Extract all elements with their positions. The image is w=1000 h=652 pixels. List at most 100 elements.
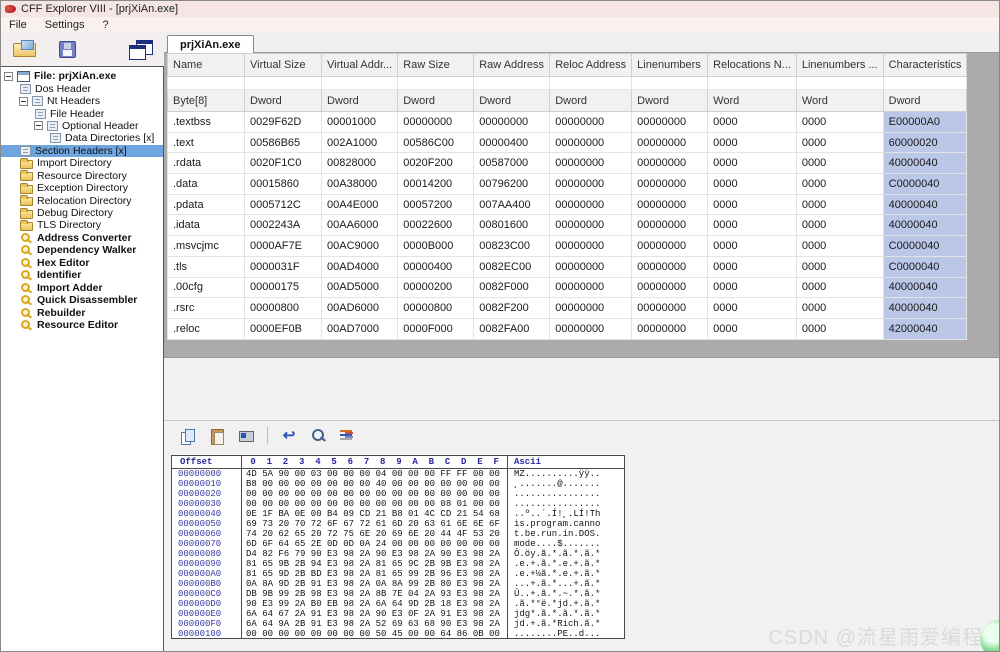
section-value-cell[interactable]: 00001000 [322,112,398,133]
column-header-virtual-addr[interactable]: Virtual Addr... [322,54,398,77]
section-value-cell[interactable]: 00AD4000 [322,256,398,277]
section-value-cell[interactable]: 0000 [796,215,883,236]
section-value-cell[interactable]: 0082F200 [474,298,550,319]
section-value-cell[interactable]: 00000000 [632,112,708,133]
section-value-cell[interactable]: 00801600 [474,215,550,236]
section-value-cell[interactable]: 0000 [708,318,797,339]
tree-item-nt-headers[interactable]: Nt Headers [1,95,163,107]
section-value-cell[interactable]: 0082F000 [474,277,550,298]
hex-bytes[interactable]: 6D 6F 64 65 2E 0D 0D 0A 24 00 00 00 00 0… [242,539,508,549]
section-value-cell[interactable]: C0000040 [883,256,967,277]
hex-row[interactable]: 000000C0DB 9B 99 2B 98 E3 98 2A 8B 7E 04… [172,589,624,599]
hex-row[interactable]: 0000010000 00 00 00 00 00 00 00 50 45 00… [172,629,624,639]
section-value-cell[interactable]: 0029F62D [245,112,322,133]
section-value-cell[interactable]: 0000 [796,132,883,153]
section-value-cell[interactable]: 0020F200 [398,153,474,174]
hex-row[interactable]: 000000D090 E3 99 2A B0 EB 98 2A 6A 64 9D… [172,599,624,609]
hex-bytes[interactable]: 74 20 62 65 20 72 75 6E 20 69 6E 20 44 4… [242,529,508,539]
section-value-cell[interactable]: E00000A0 [883,112,967,133]
section-value-cell[interactable]: 00000800 [245,298,322,319]
hex-row[interactable]: 0000009081 65 9B 2B 94 E3 98 2A 81 65 9C… [172,559,624,569]
section-value-cell[interactable]: 0002243A [245,215,322,236]
section-value-cell[interactable]: 0000 [796,318,883,339]
section-name-cell[interactable]: .pdata [168,194,245,215]
open-file-icon[interactable] [13,40,37,58]
section-value-cell[interactable]: 00000000 [550,236,632,257]
section-name-cell[interactable]: .idata [168,215,245,236]
section-value-cell[interactable]: 00AA6000 [322,215,398,236]
hex-row[interactable]: 000000706D 6F 64 65 2E 0D 0D 0A 24 00 00… [172,539,624,549]
column-header-raw-size[interactable]: Raw Size [398,54,474,77]
section-value-cell[interactable]: 00000000 [550,153,632,174]
hex-ascii[interactable]: ¸.......@....... [508,479,624,489]
section-value-cell[interactable]: 00000400 [398,256,474,277]
section-value-cell[interactable]: 0000 [796,194,883,215]
tree-item-import-directory[interactable]: Import Directory [1,157,163,169]
collapse-toggle-icon[interactable] [19,97,28,106]
tree-item-data-directories-x[interactable]: Data Directories [x] [1,132,163,144]
tree-item-optional-header[interactable]: Optional Header [1,120,163,132]
section-value-cell[interactable]: 00000400 [474,132,550,153]
hex-ascii[interactable]: mode....$....... [508,539,624,549]
column-header-virtual-size[interactable]: Virtual Size [245,54,322,77]
section-value-cell[interactable]: 00828000 [322,153,398,174]
hex-ascii[interactable]: is.program.canno [508,519,624,529]
tree-item-quick-disassembler[interactable]: Quick Disassembler [1,294,163,306]
section-value-cell[interactable]: 00587000 [474,153,550,174]
hex-bytes[interactable]: 81 65 9D 2B BD E3 98 2A 81 65 99 2B 96 E… [242,569,508,579]
section-value-cell[interactable]: 00000000 [632,153,708,174]
hex-bytes[interactable]: 00 00 00 00 00 00 00 00 00 00 00 00 00 0… [242,489,508,499]
section-value-cell[interactable]: 00AD7000 [322,318,398,339]
hex-row[interactable]: 000000400E 1F BA 0E 00 B4 09 CD 21 B8 01… [172,509,624,519]
section-value-cell[interactable]: 00AD6000 [322,298,398,319]
section-value-cell[interactable]: 0082EC00 [474,256,550,277]
menu-help[interactable]: ? [102,19,108,31]
section-value-cell[interactable]: 007AA400 [474,194,550,215]
section-value-cell[interactable]: 00000000 [550,194,632,215]
tree-item-relocation-directory[interactable]: Relocation Directory [1,194,163,206]
tree-item-identifier[interactable]: Identifier [1,269,163,281]
section-name-cell[interactable]: .rdata [168,153,245,174]
section-value-cell[interactable]: 0000 [708,153,797,174]
section-value-cell[interactable]: 0000 [796,236,883,257]
hex-ascii[interactable]: .e.+.ã.*.e.+.ã.* [508,559,624,569]
cascade-windows-icon[interactable] [128,40,152,59]
section-value-cell[interactable]: 0000 [708,298,797,319]
highlight-options-icon[interactable] [339,428,355,444]
section-value-cell[interactable]: 00000175 [245,277,322,298]
section-value-cell[interactable]: 00823C00 [474,236,550,257]
hex-row[interactable]: 000000B00A 8A 9D 2B 91 E3 98 2A 0A 8A 99… [172,579,624,589]
section-value-cell[interactable]: 00000000 [550,132,632,153]
section-name-cell[interactable]: .textbss [168,112,245,133]
undo-icon[interactable] [281,428,297,444]
hex-row[interactable]: 000000F06A 64 9A 2B 91 E3 98 2A 52 69 63… [172,619,624,629]
section-value-cell[interactable]: 60000020 [883,132,967,153]
section-value-cell[interactable]: 00057200 [398,194,474,215]
hex-bytes[interactable]: B8 00 00 00 00 00 00 00 40 00 00 00 00 0… [242,479,508,489]
tree-item-dependency-walker[interactable]: Dependency Walker [1,244,163,256]
hex-bytes[interactable]: 6A 64 67 2A 91 E3 98 2A 90 E3 0F 2A 91 E… [242,609,508,619]
section-value-cell[interactable]: 0000031F [245,256,322,277]
section-value-cell[interactable]: C0000040 [883,236,967,257]
tab-prjxian-exe[interactable]: prjXiAn.exe [167,35,254,54]
column-header-name[interactable]: Name [168,54,245,77]
section-value-cell[interactable]: 00000000 [550,112,632,133]
section-value-cell[interactable]: 0000 [708,174,797,195]
section-value-cell[interactable]: 00A4E000 [322,194,398,215]
section-value-cell[interactable]: 00AD5000 [322,277,398,298]
tree-item-address-converter[interactable]: Address Converter [1,232,163,244]
section-value-cell[interactable]: 00586C00 [398,132,474,153]
hex-ascii[interactable]: jdg*.ã.*.ã.*.ã.* [508,609,624,619]
hex-bytes[interactable]: 90 E3 99 2A B0 EB 98 2A 6A 64 9D 2B 18 E… [242,599,508,609]
hex-ascii[interactable]: ................ [508,489,624,499]
hex-ascii[interactable]: ........PE..d... [508,629,624,639]
section-name-cell[interactable]: .tls [168,256,245,277]
hex-ascii[interactable]: t.be.run.in.DOS. [508,529,624,539]
section-value-cell[interactable]: 002A1000 [322,132,398,153]
collapse-toggle-icon[interactable] [34,121,43,130]
hex-bytes[interactable]: 0E 1F BA 0E 00 B4 09 CD 21 B8 01 4C CD 2… [242,509,508,519]
tree-item-import-adder[interactable]: Import Adder [1,281,163,293]
section-value-cell[interactable]: 00AC9000 [322,236,398,257]
tree-item-resource-editor[interactable]: Resource Editor [1,319,163,331]
section-value-cell[interactable]: 0000 [708,112,797,133]
